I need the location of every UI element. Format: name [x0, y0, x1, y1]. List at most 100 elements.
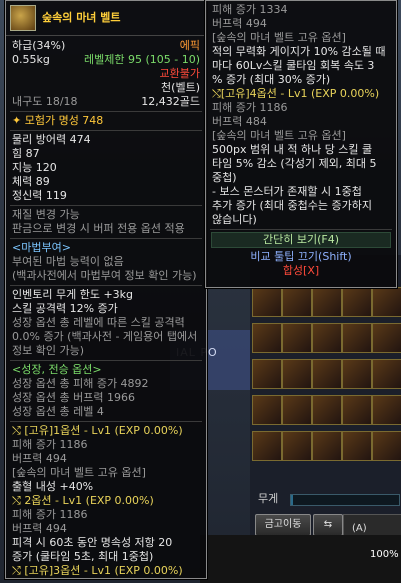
stat-line: 지능 120 [12, 161, 57, 174]
inventory-slot[interactable] [252, 359, 282, 389]
effect-line: 타임 5% 감소 (각성기 제외, 최대 5 [212, 157, 377, 170]
option-title-text: 2옵션 - Lv1 (EXP 0.00%) [24, 494, 154, 507]
divider [10, 111, 202, 112]
inventory-slot[interactable] [282, 431, 312, 461]
option-line: 피해 증가 1186 [212, 101, 288, 114]
inventory-slot[interactable] [252, 323, 282, 353]
option-title: ⤭[고유]4옵션 - Lv1 (EXP 0.00%) [206, 87, 396, 101]
growth-note: 성장 옵션 총 레벨에 따른 스킬 공격력 [12, 316, 185, 329]
option-line: 버프력 494 [12, 522, 67, 535]
divider [10, 360, 202, 361]
inventory-slot[interactable] [282, 359, 312, 389]
option-title-text: [고유]1옵션 - Lv1 (EXP 0.00%) [24, 424, 183, 437]
simple-view-label: 간단히 보기(F4) [262, 233, 339, 246]
stat-line: 물리 방어력 474 [12, 133, 91, 146]
move-to-vault-button[interactable]: 금고이동 [255, 514, 311, 536]
compare-tooltip: 피해 증가 1334 버프력 494 [숲속의 마녀 벨트 고유 옵션] 적의 … [205, 0, 397, 288]
magic-seal-line: 부여된 마법 능력이 없음 [12, 255, 124, 268]
item-weight: 0.55kg [12, 53, 50, 66]
option-line: [숲속의 마녀 벨트 고유 옵션] [12, 466, 146, 479]
inventory-slot[interactable] [282, 323, 312, 353]
effect-line: 적의 무력화 게이지가 10% 감소될 때 [212, 45, 386, 58]
inventory-slot[interactable] [312, 359, 342, 389]
synthesis-button[interactable]: 합성[X] [283, 264, 319, 277]
inventory-slot[interactable] [342, 287, 372, 317]
rarity-label: 에픽 [179, 39, 200, 52]
inventory-slot[interactable] [252, 395, 282, 425]
option-title: ⤭ [고유]3옵션 - Lv1 (EXP 0.00%) [6, 564, 206, 578]
inventory-slot[interactable] [372, 395, 401, 425]
growth-line: 성장 옵션 총 버프력 1966 [12, 391, 135, 404]
magic-seal-header: <마법부여> [12, 241, 71, 254]
divider [10, 421, 202, 422]
auto-sort-label: (A) [352, 523, 367, 534]
fame-icon: ✦ [12, 114, 22, 127]
inventory-slot[interactable] [312, 287, 342, 317]
growth-note: 정보 확인 가능) [12, 344, 85, 357]
option-line: 피격 시 60초 동안 명속성 저항 20 [12, 536, 173, 549]
inventory-slot[interactable] [282, 287, 312, 317]
inventory-slot[interactable] [342, 395, 372, 425]
option-line: 출혈 내성 +40% [12, 480, 94, 493]
inventory-slot[interactable] [372, 287, 401, 317]
inventory-slot[interactable] [252, 431, 282, 461]
divider [10, 285, 202, 286]
option-line: 피해 증가 1186 [12, 438, 88, 451]
divider [10, 205, 202, 206]
sort-button[interactable]: ⇆ [313, 514, 343, 536]
shuffle-icon: ⤭ [12, 494, 21, 507]
effect-line: - 보스 몬스터가 존재할 시 1중첩 [212, 185, 362, 198]
change-note: 재질 변경 가능 [12, 208, 80, 221]
percent-readout: 100% [370, 549, 399, 560]
inventory-slot[interactable] [312, 323, 342, 353]
option-title: ⤭ 2옵션 - Lv1 (EXP 0.00%) [6, 494, 206, 508]
effect-line: 마다 60Lv스킬 쿨타임 회복 속도 3 [212, 59, 375, 72]
effect-line: 중첩) [212, 171, 237, 184]
option-title: ⤭ [고유]1옵션 - Lv1 (EXP 0.00%) [6, 424, 206, 438]
effect-line: 500px 범위 내 적 하나 당 스킬 쿨 [212, 143, 373, 156]
item-price: 12,432골드 [141, 95, 200, 108]
item-name: 숲속의 마녀 벨트 [42, 11, 121, 24]
inventory-slot[interactable] [342, 323, 372, 353]
growth-header: <성장, 전승 옵션> [12, 363, 102, 376]
inventory-slot[interactable] [312, 431, 342, 461]
option-title-text: [고유]4옵션 - Lv1 (EXP 0.00%) [220, 87, 380, 100]
option-line: 버프력 494 [12, 452, 67, 465]
inventory-slot[interactable] [312, 395, 342, 425]
weight-label: 무게 [258, 492, 279, 505]
change-note: 판금으로 변경 시 버퍼 전용 옵션 적용 [12, 222, 185, 235]
shuffle-icon: ⤭ [12, 564, 21, 577]
inventory-slot[interactable] [342, 431, 372, 461]
inventory-grid [252, 287, 401, 477]
option-line: 피해 증가 1334 [212, 3, 288, 16]
inventory-slot[interactable] [372, 323, 401, 353]
effect-line: 추가 증가 (최대 중첩수는 증가하지 [212, 199, 372, 212]
inventory-slot[interactable] [282, 395, 312, 425]
weight-bar [290, 494, 400, 506]
option-line: 피해 증가 1186 [12, 508, 88, 521]
inventory-bonus: 인벤토리 무게 한도 +3kg [12, 288, 134, 301]
level-requirement: 레벨제한 95 (105 - 10) [83, 53, 200, 66]
option-title-text: [고유]3옵션 - Lv1 (EXP 0.00%) [24, 564, 183, 577]
divider [210, 229, 392, 230]
inventory-slot[interactable] [372, 431, 401, 461]
trade-status: 교환불가 [159, 67, 200, 80]
item-tooltip: 숲속의 마녀 벨트 하급(34%) 에픽 0.55kg 레벨제한 95 (105… [5, 0, 207, 579]
growth-line: 성장 옵션 총 레벨 4 [12, 405, 104, 418]
stat-line: 힘 87 [12, 147, 40, 160]
shuffle-icon: ⤭ [212, 87, 221, 100]
divider [10, 130, 202, 131]
divider [10, 238, 202, 239]
weight-bar-fill [291, 495, 294, 505]
compare-toggle[interactable]: 비교 툴팁 끄기(Shift) [250, 250, 351, 263]
magic-seal-line: (백과사전에서 마법부여 정보 확인 가능) [12, 269, 197, 282]
tooltip-header: 숲속의 마녀 벨트 [6, 1, 206, 36]
simple-view-button[interactable]: 간단히 보기(F4) [211, 232, 391, 248]
inventory-slot[interactable] [372, 359, 401, 389]
belt-icon [10, 5, 36, 31]
inventory-slot[interactable] [342, 359, 372, 389]
stat-line: 정신력 119 [12, 189, 67, 202]
fame-value: 모험가 명성 748 [24, 114, 104, 127]
shuffle-icon: ⤭ [12, 424, 21, 437]
inventory-slot[interactable] [252, 287, 282, 317]
